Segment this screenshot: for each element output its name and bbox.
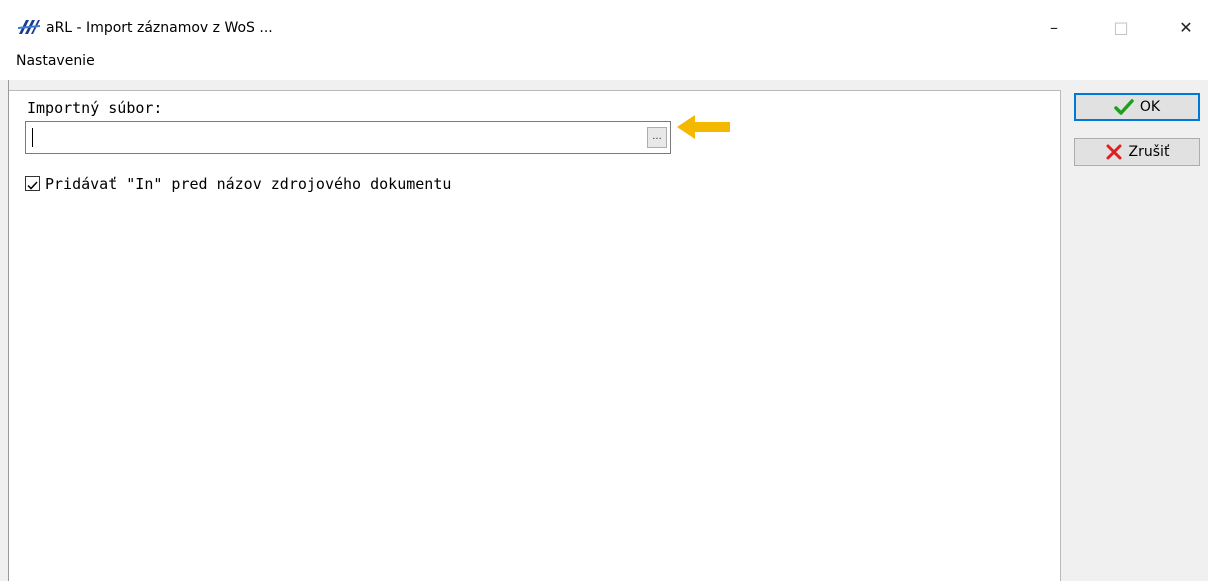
cancel-button-label: Zrušiť	[1128, 144, 1170, 160]
ok-button-label: OK	[1139, 99, 1161, 115]
checkbox-check-icon	[27, 181, 38, 190]
window-title: aRL - Import záznamov z WoS ...	[46, 20, 273, 36]
text-caret	[32, 128, 33, 147]
title-bar[interactable]: aRL - Import záznamov z WoS ... – □ ✕	[0, 0, 1208, 52]
maximize-button[interactable]: □	[1106, 14, 1136, 40]
menu-item-nastavenie[interactable]: Nastavenie	[16, 53, 95, 69]
minimize-button[interactable]: –	[1039, 14, 1069, 40]
import-file-input[interactable]	[36, 126, 636, 148]
main-panel	[9, 90, 1061, 581]
yellow-arrow-icon	[675, 112, 733, 142]
close-button[interactable]: ✕	[1171, 14, 1201, 40]
checkmark-icon	[1114, 98, 1134, 116]
app-icon	[17, 18, 41, 36]
import-file-label: Importný súbor:	[27, 99, 163, 117]
ok-button[interactable]: OK	[1074, 93, 1200, 121]
add-in-checkbox-label[interactable]: Pridávať "In" pred názov zdrojového doku…	[45, 175, 451, 193]
menu-bar	[0, 52, 1208, 77]
browse-button[interactable]: ...	[647, 127, 667, 148]
red-x-icon	[1105, 143, 1123, 161]
cancel-button[interactable]: Zrušiť	[1074, 138, 1200, 166]
add-in-checkbox[interactable]	[25, 176, 40, 191]
import-file-field[interactable]	[25, 121, 671, 154]
